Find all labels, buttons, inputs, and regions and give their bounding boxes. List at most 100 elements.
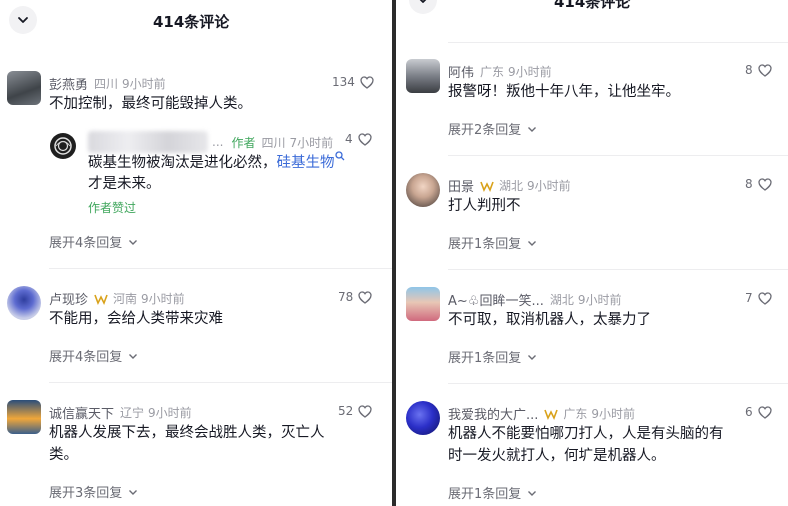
comment-text: 不能用，会给人类带来灾难 (49, 311, 223, 327)
comments-count-title: 414条评论 (153, 13, 230, 31)
like-button[interactable]: 134 (332, 75, 374, 89)
like-button[interactable]: 8 (745, 177, 772, 191)
divider (448, 269, 788, 270)
comment-text: 机器人不能要怕哪刀打人，人是有头脑的有 (448, 426, 724, 442)
location: 广东 (563, 407, 588, 421)
like-count: 134 (332, 75, 355, 89)
avatar[interactable] (7, 400, 41, 434)
search-icon[interactable] (334, 151, 345, 161)
heart-icon (358, 404, 372, 418)
chevron-down-icon (129, 353, 138, 359)
right-comments-panel: 414条评论 阿伟 广东 9小时前 8 报警呀！叛他十年八年，让他坐牢。 展开2… (396, 0, 788, 506)
avatar[interactable] (406, 287, 440, 321)
location: 湖北 (499, 179, 524, 193)
expand-replies-button[interactable]: 展开2条回复 (448, 119, 537, 138)
timestamp: 9小时前 (527, 179, 571, 193)
reply-text: 碳基生物被淘汰是进化必然，硅基生物 (88, 151, 345, 174)
username[interactable]: 田景 (448, 176, 474, 195)
divider (448, 383, 788, 384)
chevron-down-icon (18, 17, 28, 23)
expand-replies-button[interactable]: 展开4条回复 (49, 232, 138, 251)
author-liked-label: 作者赞过 (88, 201, 137, 215)
chevron-down-icon (528, 240, 537, 246)
avatar[interactable] (406, 173, 440, 207)
timestamp: 9小时前 (591, 407, 636, 421)
chevron-down-icon (528, 490, 537, 496)
chevron-down-icon (129, 239, 138, 245)
comments-count-title: 414条评论 (554, 0, 631, 11)
location: 辽宁 (120, 406, 145, 420)
heart-icon (757, 177, 772, 191)
like-button[interactable]: 4 (345, 132, 372, 146)
like-count: 4 (345, 132, 353, 146)
location: 四川 (94, 77, 119, 91)
chevron-down-icon (528, 354, 537, 360)
expand-replies-button[interactable]: 展开1条回复 (448, 233, 537, 252)
location: 四川 (261, 135, 286, 150)
like-count: 52 (338, 404, 354, 418)
chevron-down-icon (129, 489, 138, 495)
fan-badge-icon (544, 409, 559, 420)
avatar[interactable] (50, 133, 76, 159)
location: 河南 (113, 292, 138, 306)
expand-replies-button[interactable]: 展开1条回复 (448, 483, 537, 502)
username[interactable]: 卢现珍 (49, 289, 88, 308)
like-count: 78 (338, 290, 354, 304)
like-button[interactable]: 8 (745, 63, 772, 77)
swirl-logo-icon (54, 137, 72, 155)
comment-text: 打人判刑不 (448, 198, 521, 214)
chevron-down-icon (528, 126, 537, 132)
like-count: 6 (745, 405, 753, 419)
comment-text: 不加控制，最终可能毁掉人类。 (49, 96, 252, 112)
comment-text-line2: 类。 (49, 447, 78, 463)
fan-badge-icon (94, 294, 108, 305)
divider (448, 155, 788, 156)
username[interactable]: 阿伟 (448, 62, 474, 81)
heart-icon (360, 75, 374, 89)
expand-replies-button[interactable]: 展开1条回复 (448, 347, 537, 366)
divider (49, 268, 392, 269)
heart-icon (757, 63, 772, 77)
timestamp: 9小时前 (148, 406, 192, 420)
left-comments-panel: 414条评论 彭燕勇 四川 9小时前 134 不加控制，最终可能毁掉人类。 ..… (0, 0, 392, 506)
comment-text: 不可取，取消机器人，太暴力了 (448, 312, 651, 328)
divider (448, 42, 788, 43)
like-button[interactable]: 52 (338, 404, 372, 418)
comment-text: 机器人发展下去，最终会战胜人类，灭亡人 (49, 425, 325, 441)
location: 广东 (480, 65, 505, 79)
fan-badge-icon (480, 181, 494, 192)
username[interactable]: 彭燕勇 (49, 74, 88, 93)
search-link[interactable]: 硅基生物 (277, 155, 335, 171)
like-count: 7 (745, 291, 753, 305)
heart-icon (757, 291, 772, 305)
collapse-button[interactable] (9, 6, 37, 34)
like-count: 8 (745, 63, 753, 77)
username[interactable]: A~♧回眸一笑... (448, 290, 544, 309)
heart-icon (757, 405, 772, 419)
author-tag: 作者 (231, 135, 256, 150)
avatar[interactable] (7, 286, 41, 320)
collapse-button[interactable] (409, 0, 437, 14)
expand-replies-button[interactable]: 展开3条回复 (49, 482, 138, 501)
like-button[interactable]: 78 (338, 290, 372, 304)
timestamp: 9小时前 (141, 292, 185, 306)
expand-replies-button[interactable]: 展开4条回复 (49, 346, 138, 365)
timestamp: 7小时前 (289, 135, 334, 150)
avatar[interactable] (406, 59, 440, 93)
like-button[interactable]: 7 (745, 291, 772, 305)
avatar[interactable] (7, 71, 41, 105)
location: 湖北 (549, 293, 574, 307)
like-button[interactable]: 6 (745, 405, 772, 419)
heart-icon (358, 290, 372, 304)
avatar[interactable] (406, 401, 440, 435)
comment-text-line2: 时一发火就打人，何圹是机器人。 (448, 448, 666, 464)
comment-text: 报警呀！叛他十年八年，让他坐牢。 (448, 84, 680, 100)
blurred-username[interactable] (88, 131, 208, 153)
username[interactable]: 诚信赢天下 (49, 403, 114, 422)
heart-icon (357, 132, 372, 146)
divider (49, 382, 392, 383)
username[interactable]: 我爱我的大广... (448, 404, 538, 423)
timestamp: 9小时前 (577, 293, 622, 307)
reply-text-line2: 才是未来。 (88, 176, 161, 192)
timestamp: 9小时前 (508, 65, 552, 79)
